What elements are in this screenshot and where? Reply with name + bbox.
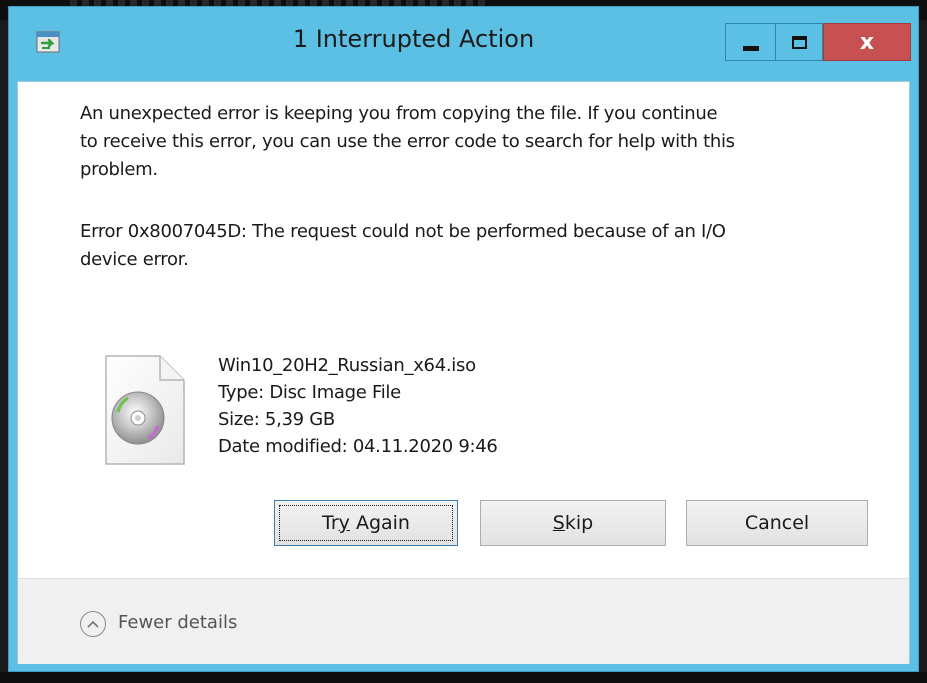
details-footer: Fewer details [18, 578, 909, 664]
try-again-button[interactable]: Try Again [274, 500, 458, 546]
error-message: An unexpected error is keeping you from … [80, 100, 880, 184]
file-size: Size: 5,39 GB [218, 409, 335, 430]
file-type: Type: Disc Image File [218, 382, 401, 403]
error-code-line: device error. [80, 249, 189, 270]
file-date-modified: Date modified: 04.11.2020 9:46 [218, 436, 498, 457]
cancel-button[interactable]: Cancel [686, 500, 868, 546]
close-button[interactable]: x [823, 23, 911, 61]
chevron-up-circle-icon[interactable] [80, 611, 106, 637]
file-details: Win10_20H2_Russian_x64.iso Type: Disc Im… [218, 352, 498, 460]
message-line: An unexpected error is keeping you from … [80, 103, 718, 124]
fewer-details-link[interactable]: Fewer details [118, 612, 237, 633]
maximize-button[interactable] [775, 23, 823, 61]
minimize-icon [742, 45, 759, 51]
chevron-up-icon [87, 620, 99, 628]
interrupted-action-dialog: 1 Interrupted Action x An unexpected err… [8, 6, 919, 672]
cancel-label: Cancel [744, 512, 810, 534]
disc-image-file-icon [105, 355, 185, 465]
message-line: problem. [80, 159, 158, 180]
error-code-line: Error 0x8007045D: The request could not … [80, 221, 726, 242]
title-bar[interactable]: 1 Interrupted Action x [9, 7, 918, 79]
error-code-message: Error 0x8007045D: The request could not … [80, 218, 880, 274]
close-icon: x [859, 29, 875, 55]
minimize-button[interactable] [725, 23, 775, 61]
dialog-content: An unexpected error is keeping you from … [17, 81, 910, 664]
file-name: Win10_20H2_Russian_x64.iso [218, 355, 476, 376]
background-bottom-strip [0, 672, 927, 683]
message-line: to receive this error, you can use the e… [80, 131, 735, 152]
skip-button[interactable]: Skip [480, 500, 666, 546]
focus-rectangle [279, 505, 453, 541]
skip-label: Skip [552, 512, 594, 534]
maximize-icon [791, 35, 807, 49]
